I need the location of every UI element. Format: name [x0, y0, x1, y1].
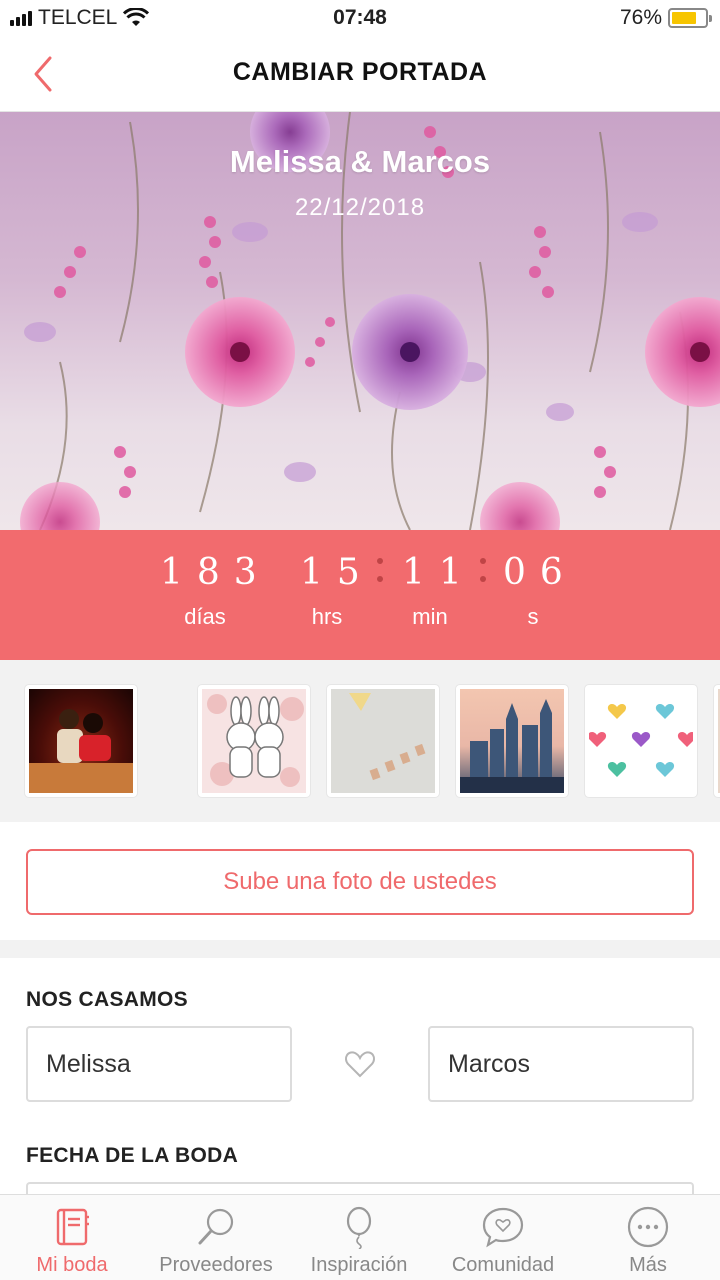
partner2-name-field[interactable] [428, 1026, 694, 1102]
heart-icon [345, 1051, 375, 1078]
countdown: 183 15 11 06 días hrs min s [0, 530, 720, 660]
countdown-hours-label: hrs [311, 604, 343, 629]
balloon-icon [346, 1206, 372, 1249]
tab-bar: Mi boda Proveedores Inspiración Comunida… [0, 1194, 720, 1280]
thumbnail-bunting[interactable] [327, 685, 439, 797]
tab-comunidad[interactable]: Comunidad [440, 1195, 566, 1280]
tab-inspiracion[interactable]: Inspiración [302, 1195, 416, 1280]
thumbnail-bunnies[interactable] [198, 685, 310, 797]
thumbnail-hearts[interactable] [585, 685, 697, 797]
tab-label: Más [629, 1254, 667, 1276]
countdown-seconds: 06 [503, 552, 577, 593]
navigation-bar: CAMBIAR PORTADA [0, 36, 720, 112]
countdown-minutes: 11 [402, 552, 476, 593]
tab-label: Mi boda [36, 1254, 108, 1276]
countdown-hours: 15 [300, 552, 374, 593]
tab-label: Comunidad [451, 1254, 555, 1276]
tab-label: Inspiración [310, 1254, 408, 1276]
upload-section: Sube una foto de ustedes [0, 822, 720, 940]
upload-photo-button[interactable]: Sube una foto de ustedes [26, 849, 694, 915]
countdown-days-label: días [184, 604, 226, 629]
tab-mi-boda[interactable]: Mi boda [20, 1195, 124, 1280]
status-bar: TELCEL 07:48 76% [0, 0, 720, 36]
thumbnail-couple-photo[interactable] [25, 685, 137, 797]
countdown-separator [480, 558, 486, 594]
more-dots-icon [627, 1206, 669, 1248]
notebook-icon [56, 1208, 89, 1246]
page-title: CAMBIAR PORTADA [232, 58, 488, 86]
cover-thumbnails [0, 660, 720, 822]
tab-mas[interactable]: Más [598, 1195, 698, 1280]
tab-label: Proveedores [159, 1254, 273, 1276]
couple-form: NOS CASAMOS FECHA DE LA BODA [0, 958, 720, 1222]
partner1-name-field[interactable] [26, 1026, 292, 1102]
countdown-minutes-label: min [412, 604, 448, 629]
battery-icon [668, 8, 712, 28]
cover-image: Melissa & Marcos 22/12/2018 [0, 112, 720, 530]
thumbnail-partial[interactable] [714, 685, 720, 797]
section-title-date: FECHA DE LA BODA [26, 1144, 239, 1167]
countdown-seconds-label: s [527, 604, 539, 629]
battery-status: 76% [619, 6, 712, 30]
clock: 07:48 [333, 6, 387, 29]
countdown-days: 183 [160, 552, 271, 593]
wedding-date: 22/12/2018 [294, 194, 426, 221]
magnifier-icon [198, 1208, 234, 1245]
battery-percent: 76% [619, 6, 662, 29]
couple-names: Melissa & Marcos [229, 144, 491, 179]
chat-heart-icon [482, 1207, 524, 1248]
thumbnail-city[interactable] [456, 685, 568, 797]
section-title-couple: NOS CASAMOS [26, 988, 188, 1011]
tab-proveedores[interactable]: Proveedores [150, 1195, 282, 1280]
countdown-separator [377, 558, 383, 594]
